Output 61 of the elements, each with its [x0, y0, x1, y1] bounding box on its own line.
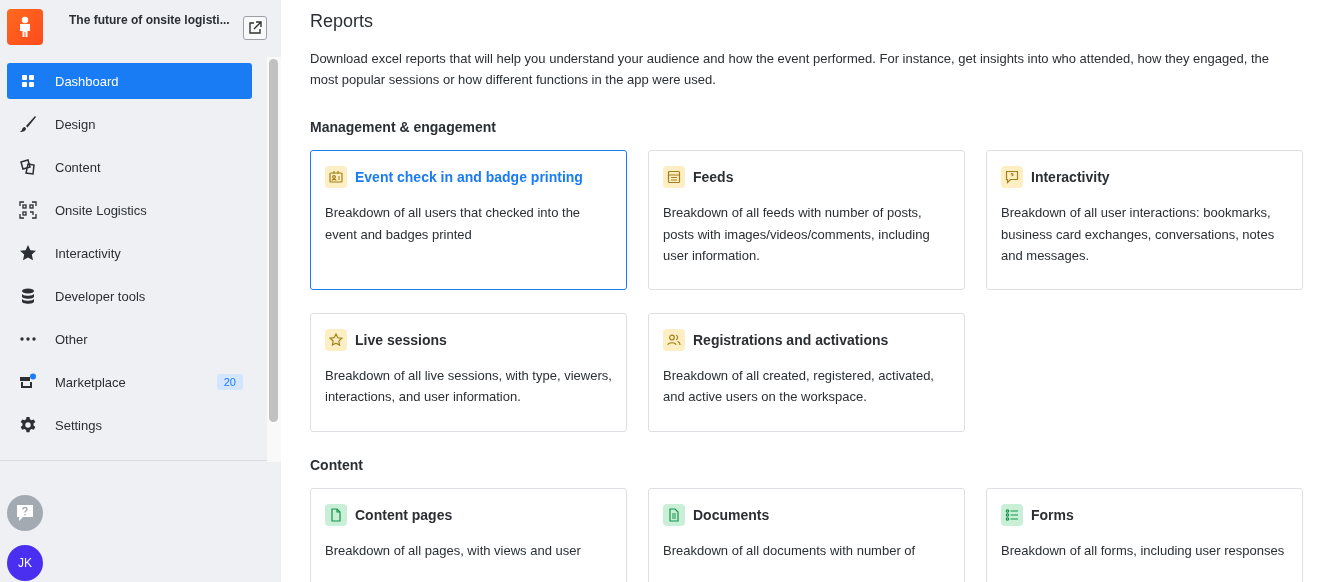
external-link-icon — [248, 21, 262, 35]
sidebar-item[interactable]: Developer tools — [7, 278, 252, 314]
user-avatar[interactable]: JK — [7, 545, 43, 581]
gear-icon — [19, 416, 37, 434]
report-card[interactable]: Forms Breakdown of all forms, including user responses — [986, 487, 1303, 582]
card-title: Interactivity — [1031, 169, 1110, 185]
card-description: Breakdown of all documents with number of — [663, 541, 917, 560]
external-link-button[interactable] — [243, 16, 267, 40]
chat-bubble-icon — [1001, 166, 1023, 188]
dashboard-icon — [19, 72, 37, 90]
card-description: Breakdown of all user interactions: bookmarks, business card exchanges, conversations, notes and messages. — [1001, 204, 1276, 265]
page-description: Download excel reports that will help you understand your audience and how the event performed. For instance, get insights into who attended, how they engaged, the most popular sessions or how different functions in the app were used. — [310, 50, 1270, 89]
people-icon — [663, 328, 685, 351]
card-title: Live sessions — [355, 331, 447, 348]
cards-icon — [19, 158, 37, 176]
card-title: Event check in and badge printing — [355, 169, 583, 185]
card-title: Documents — [693, 506, 770, 523]
report-card[interactable]: Feeds Breakdown of all feeds with number of posts, posts with images/videos/comments, including user information. — [648, 150, 965, 290]
count-badge: 20 — [216, 374, 243, 390]
report-card[interactable]: Live sessions Breakdown of all live sessions, with type, viewers, interactions, and user information. — [310, 312, 627, 432]
sidebar-item[interactable]: Settings — [7, 407, 252, 443]
page-title: Reports — [310, 11, 375, 32]
section-heading: Management & engagement — [310, 119, 497, 135]
scrollbar-thumb[interactable] — [269, 59, 278, 422]
database-icon — [19, 287, 37, 305]
feed-icon — [663, 166, 685, 188]
card-title: Forms — [1031, 506, 1074, 523]
card-title: Content pages — [355, 506, 453, 523]
report-card[interactable]: Event check in and badge printing Breakdown of all users that checked into the event and badges printed — [310, 150, 627, 290]
dots-icon — [19, 337, 37, 341]
card-description: Breakdown of all live sessions, with type, viewers, interactions, and user information. — [325, 366, 612, 406]
card-title: Registrations and activations — [693, 331, 889, 348]
sidebar-item[interactable]: Onsite Logistics — [7, 192, 252, 228]
brush-icon — [19, 115, 37, 133]
card-description: Breakdown of all users that checked into the event and badges printed — [325, 204, 582, 244]
card-title: Feeds — [693, 169, 734, 185]
card-description: Breakdown of all forms, including user responses — [1001, 541, 1286, 560]
star-icon — [19, 244, 37, 262]
logo-icon — [7, 9, 43, 45]
store-icon — [19, 373, 37, 391]
sidebar-item[interactable]: Dashboard — [7, 63, 252, 99]
sidebar-item[interactable]: Other — [7, 321, 252, 357]
id-badge-icon — [325, 166, 347, 188]
qr-code-icon — [19, 201, 37, 219]
sidebar-item[interactable]: Marketplace 20 — [7, 364, 252, 400]
sidebar-item[interactable]: Content — [7, 149, 252, 185]
report-card[interactable]: Registrations and activations Breakdown of all created, registered, activated, and active users on the workspace. — [648, 312, 965, 432]
section-heading: Content — [310, 456, 364, 473]
help-chat-icon[interactable] — [7, 495, 43, 531]
report-card[interactable]: Interactivity Breakdown of all user interactions: bookmarks, business card exchanges, conversations, notes and messages. — [986, 150, 1303, 290]
sidebar-item[interactable]: Design — [7, 106, 252, 142]
report-card[interactable]: Documents Breakdown of all documents with number of — [648, 487, 965, 582]
workspace-title: The future of onsite logisti... — [69, 13, 230, 27]
report-card[interactable]: Content pages Breakdown of all pages, with views and user — [310, 487, 627, 582]
card-description: Breakdown of all created, registered, activated, and active users on the workspace. — [663, 366, 935, 406]
card-description: Breakdown of all pages, with views and user — [325, 541, 582, 560]
sidebar-item[interactable]: Interactivity — [7, 235, 252, 271]
card-description: Breakdown of all feeds with number of posts, posts with images/videos/comments, including user information. — [663, 204, 931, 265]
list-icon — [1001, 503, 1023, 526]
file-icon — [325, 503, 347, 526]
document-icon — [663, 503, 685, 526]
